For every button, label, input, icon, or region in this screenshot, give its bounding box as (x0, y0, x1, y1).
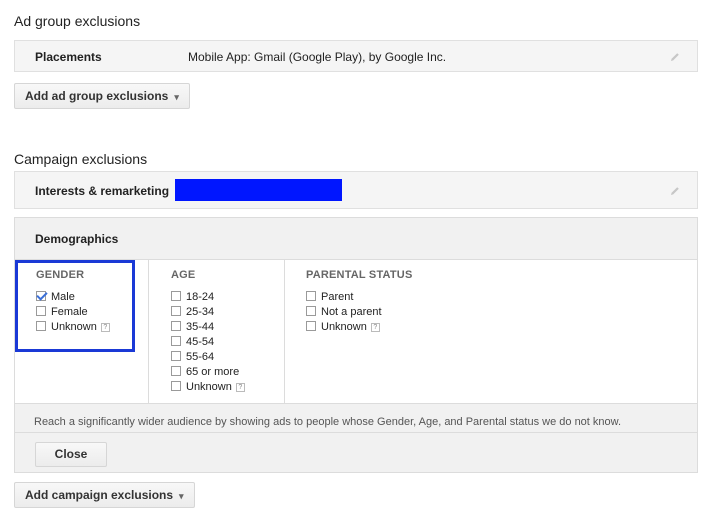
help-icon[interactable]: ? (370, 323, 380, 332)
option-label: 25-34 (186, 306, 215, 318)
gender-column: GENDER Male Female Unknown? (15, 260, 146, 403)
option-label: 65 or more (186, 366, 240, 378)
add-campaign-exclusions-button[interactable]: Add campaign exclusions ▾ (14, 482, 195, 508)
demographics-section: Demographics GENDER Male Female Unknown?… (14, 217, 698, 473)
age-option-45-54[interactable]: 45-54 (171, 335, 214, 349)
age-option-18-24[interactable]: 18-24 (171, 290, 214, 304)
gender-highlight-box (15, 260, 135, 352)
checkbox[interactable] (171, 366, 181, 376)
unknown-audience-note: Reach a significantly wider audience by … (34, 416, 622, 428)
interests-label: Interests & remarketing (35, 184, 170, 198)
age-option-55-64[interactable]: 55-64 (171, 350, 214, 364)
checkbox[interactable] (171, 381, 181, 391)
add-ad-group-exclusions-button[interactable]: Add ad group exclusions ▾ (14, 83, 190, 109)
checkbox[interactable] (306, 306, 316, 316)
caret-down-icon: ▾ (179, 491, 184, 501)
age-header: AGE (171, 269, 196, 281)
demographics-label: Demographics (35, 232, 119, 246)
option-label: Unknown (186, 381, 232, 393)
checkbox[interactable] (171, 321, 181, 331)
parental-option-parent[interactable]: Parent (306, 290, 353, 304)
placements-label: Placements (35, 50, 102, 64)
option-label: 18-24 (186, 291, 215, 303)
checkbox[interactable] (171, 306, 181, 316)
option-label: Not a parent (321, 306, 382, 318)
checkbox[interactable] (171, 336, 181, 346)
age-option-65-plus[interactable]: 65 or more (171, 365, 239, 379)
option-label: 45-54 (186, 336, 215, 348)
caret-down-icon: ▾ (174, 92, 179, 102)
checkbox[interactable] (306, 291, 316, 301)
option-label: 35-44 (186, 321, 215, 333)
age-option-25-34[interactable]: 25-34 (171, 305, 214, 319)
close-button[interactable]: Close (35, 442, 107, 467)
age-option-35-44[interactable]: 35-44 (171, 320, 214, 334)
pencil-icon[interactable] (669, 185, 681, 197)
demographics-panel: GENDER Male Female Unknown? AGE 18-24 25… (15, 259, 697, 404)
parental-option-unknown[interactable]: Unknown? (306, 320, 380, 334)
redacted-value (175, 179, 342, 201)
checkbox[interactable] (306, 321, 316, 331)
pencil-icon[interactable] (669, 51, 681, 63)
add-campaign-exclusions-label: Add campaign exclusions (25, 488, 174, 502)
help-icon[interactable]: ? (235, 383, 245, 392)
option-label: Parent (321, 291, 354, 303)
age-column: AGE 18-24 25-34 35-44 45-54 55-64 65 or … (149, 260, 284, 403)
add-ad-group-exclusions-label: Add ad group exclusions (25, 89, 169, 103)
ad-group-exclusions-title: Ad group exclusions (14, 13, 141, 29)
checkbox[interactable] (171, 351, 181, 361)
age-option-unknown[interactable]: Unknown? (171, 380, 245, 394)
option-label: Unknown (321, 321, 367, 333)
divider (15, 432, 697, 433)
interests-row: Interests & remarketing (14, 171, 698, 209)
parental-status-header: PARENTAL STATUS (306, 269, 413, 281)
checkbox[interactable] (171, 291, 181, 301)
option-label: 55-64 (186, 351, 215, 363)
parental-option-not-parent[interactable]: Not a parent (306, 305, 382, 319)
parental-status-column: PARENTAL STATUS Parent Not a parent Unkn… (285, 260, 585, 403)
placements-value: Mobile App: Gmail (Google Play), by Goog… (188, 50, 447, 64)
placements-row: Placements Mobile App: Gmail (Google Pla… (14, 40, 698, 72)
campaign-exclusions-title: Campaign exclusions (14, 151, 148, 167)
